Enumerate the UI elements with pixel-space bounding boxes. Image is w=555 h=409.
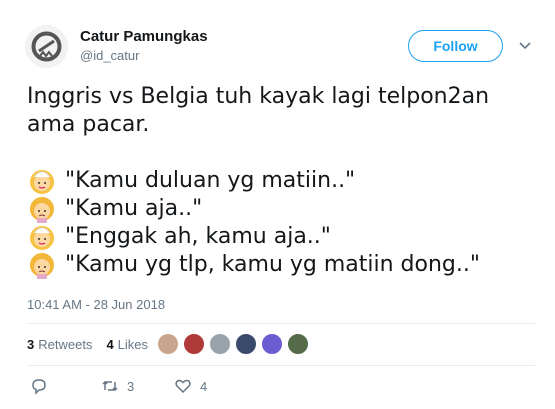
avatar[interactable] <box>25 25 68 68</box>
tweet-line: ama pacar. <box>27 112 150 137</box>
liker-avatar[interactable] <box>183 333 205 355</box>
follow-button[interactable]: Follow <box>408 30 503 62</box>
chevron-down-icon[interactable] <box>518 38 532 52</box>
tweet-line: "Kamu aja.." <box>27 195 537 223</box>
likers-avatars <box>157 333 313 355</box>
liker-avatar[interactable] <box>287 333 309 355</box>
user-handle[interactable]: @id_catur <box>80 48 139 63</box>
woman-frowning-icon <box>27 251 57 279</box>
heart-icon <box>175 379 191 394</box>
reply-icon <box>32 379 46 395</box>
likes-stat[interactable]: 4 Likes <box>106 337 148 352</box>
tweet-line: Inggris vs Belgia tuh kayak lagi telpon2… <box>27 84 490 109</box>
retweets-stat[interactable]: 3 Retweets <box>27 337 92 352</box>
like-count: 4 <box>200 378 208 394</box>
tweet-line: "Kamu duluan yg matiin.." <box>27 167 537 195</box>
divider <box>27 323 535 324</box>
liker-avatar[interactable] <box>209 333 231 355</box>
user-name[interactable]: Catur Pamungkas <box>80 28 208 45</box>
woman-with-veil-icon <box>27 223 57 251</box>
tweet-timestamp[interactable]: 10:41 AM - 28 Jun 2018 <box>27 297 165 312</box>
retweet-button[interactable]: 3 <box>101 377 134 395</box>
liker-avatar[interactable] <box>235 333 257 355</box>
tweet-line: "Enggak ah, kamu aja.." <box>27 223 537 251</box>
woman-frowning-icon <box>27 195 57 223</box>
divider <box>27 365 535 366</box>
like-button[interactable]: 4 <box>174 377 207 395</box>
reply-button[interactable] <box>30 377 48 395</box>
tweet-stats: 3 Retweets 4 Likes <box>27 337 162 352</box>
retweet-count: 3 <box>127 378 135 394</box>
retweet-icon <box>102 380 118 392</box>
tweet-text: Inggris vs Belgia tuh kayak lagi telpon2… <box>27 83 537 279</box>
tweet-line: "Kamu yg tlp, kamu yg matiin dong.." <box>27 251 537 279</box>
woman-with-veil-icon <box>27 167 57 195</box>
liker-avatar[interactable] <box>261 333 283 355</box>
liker-avatar[interactable] <box>157 333 179 355</box>
